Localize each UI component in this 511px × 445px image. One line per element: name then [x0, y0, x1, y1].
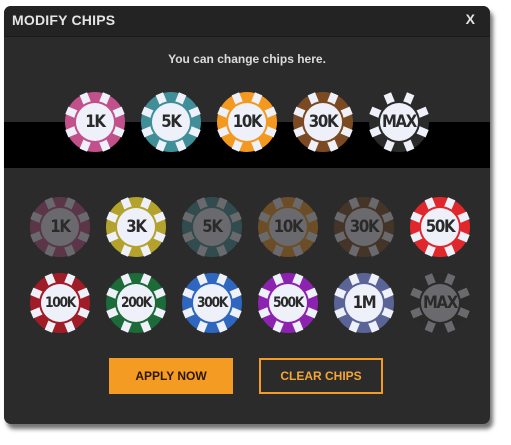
- available-chip-300k[interactable]: 300K: [181, 272, 243, 334]
- available-chip-30k[interactable]: 30K: [333, 196, 395, 258]
- selected-chip-10k[interactable]: 10K: [216, 91, 278, 153]
- close-button[interactable]: X: [466, 11, 475, 27]
- chip-label: 30K: [308, 112, 339, 132]
- available-chip-3k[interactable]: 3K: [105, 196, 167, 258]
- selected-chip-max[interactable]: MAX: [368, 91, 430, 153]
- selected-chip-1k[interactable]: 1K: [64, 91, 126, 153]
- chip-label: 50K: [425, 217, 456, 237]
- chip-label: MAX: [381, 112, 417, 132]
- chip-label: 500K: [272, 295, 304, 311]
- chip-label: MAX: [422, 293, 458, 313]
- dialog-titlebar: MODIFY CHIPS X: [4, 6, 490, 37]
- dialog-title: MODIFY CHIPS: [12, 12, 116, 28]
- selected-chip-30k[interactable]: 30K: [292, 91, 354, 153]
- chip-label: 10K: [273, 217, 304, 237]
- available-chip-5k[interactable]: 5K: [181, 196, 243, 258]
- dialog-subtitle: You can change chips here.: [168, 52, 326, 66]
- chip-label: 300K: [196, 295, 228, 311]
- modify-chips-dialog: MODIFY CHIPS X You can change chips here…: [4, 6, 490, 424]
- chip-label: 1K: [85, 112, 106, 132]
- chip-label: 10K: [232, 112, 263, 132]
- chip-label: 30K: [349, 217, 380, 237]
- chip-label: 5K: [161, 112, 182, 132]
- chip-label: 200K: [120, 295, 152, 311]
- available-chip-500k[interactable]: 500K: [257, 272, 319, 334]
- available-chip-200k[interactable]: 200K: [105, 272, 167, 334]
- chip-label: 5K: [202, 217, 223, 237]
- chip-label: 1K: [50, 217, 71, 237]
- available-chip-1m[interactable]: 1M: [333, 272, 395, 334]
- available-chip-1k[interactable]: 1K: [29, 196, 91, 258]
- clear-chips-button[interactable]: CLEAR CHIPS: [259, 358, 383, 394]
- selected-chip-5k[interactable]: 5K: [140, 91, 202, 153]
- available-chip-max[interactable]: MAX: [409, 272, 471, 334]
- available-chip-10k[interactable]: 10K: [257, 196, 319, 258]
- available-chip-50k[interactable]: 50K: [409, 196, 471, 258]
- apply-now-button[interactable]: APPLY NOW: [109, 358, 233, 394]
- chip-label: 100K: [44, 295, 76, 311]
- chip-label: 3K: [126, 217, 147, 237]
- available-chip-100k[interactable]: 100K: [29, 272, 91, 334]
- chip-label: 1M: [352, 293, 377, 313]
